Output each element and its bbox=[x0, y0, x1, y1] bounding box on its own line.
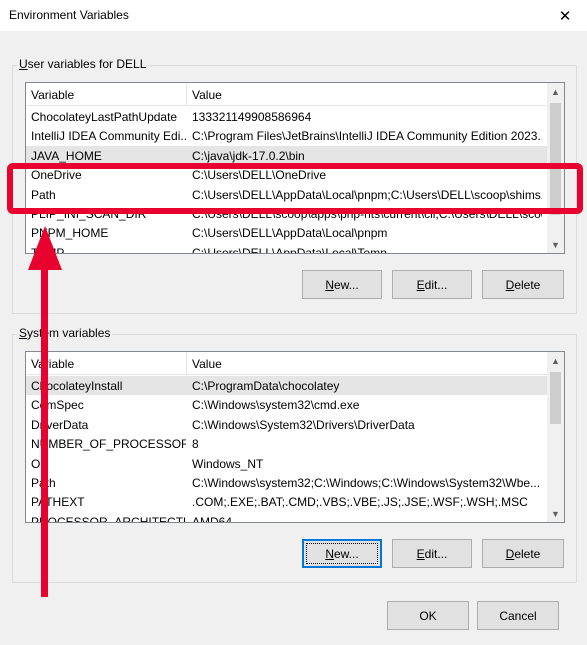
list-row[interactable]: JAVA_HOME C:\java\jdk-17.0.2\bin bbox=[26, 145, 547, 166]
variable-name: Path bbox=[31, 187, 56, 202]
column-header-value[interactable]: Value bbox=[192, 357, 222, 371]
list-row[interactable]: Path C:\Windows\system32;C:\Windows;C:\Wi… bbox=[26, 473, 547, 492]
variable-value: C:\Windows\System32\Drivers\DriverData bbox=[192, 417, 415, 432]
variable-value: C:\Windows\system32\cmd.exe bbox=[192, 398, 360, 413]
system-list-rows: ChocolateyInstall C:\ProgramData\chocolat… bbox=[26, 376, 547, 522]
variable-value: 8 bbox=[192, 437, 199, 452]
scrollbar-thumb[interactable] bbox=[550, 372, 561, 424]
variable-name: OneDrive bbox=[31, 168, 82, 183]
user-list-scrollbar[interactable]: ▲ ▼ bbox=[547, 83, 564, 253]
user-variables-list[interactable]: Variable Value ChocolateyLastPathUpdate 1… bbox=[25, 82, 565, 254]
system-list-header: Variable Value bbox=[26, 352, 547, 375]
scrollbar-thumb[interactable] bbox=[550, 103, 561, 215]
system-delete-button[interactable]: Delete bbox=[482, 539, 564, 568]
list-row[interactable]: PROCESSOR_ARCHITECTURE AMD64 bbox=[26, 512, 547, 522]
scroll-down-icon[interactable]: ▼ bbox=[547, 505, 564, 522]
list-row[interactable]: TEMP C:\Users\DELL\AppData\Local\Temp bbox=[26, 243, 547, 253]
close-icon: ✕ bbox=[558, 7, 572, 25]
variable-name: OS bbox=[31, 456, 49, 471]
variable-value: AMD64 bbox=[192, 514, 233, 522]
system-new-button[interactable]: New... bbox=[302, 539, 382, 568]
ok-button[interactable]: OK bbox=[387, 601, 469, 630]
variable-name: PROCESSOR_ARCHITECTURE bbox=[31, 514, 186, 522]
variable-value: C:\Users\DELL\AppData\Local\pnpm bbox=[192, 226, 388, 241]
list-row[interactable]: PNPM_HOME C:\Users\DELL\AppData\Local\pnp… bbox=[26, 223, 547, 242]
variable-value: 133321149908586964 bbox=[192, 110, 312, 124]
close-button[interactable]: ✕ bbox=[543, 0, 587, 31]
variable-value: C:\java\jdk-17.0.2\bin bbox=[192, 148, 305, 163]
list-row[interactable]: PLIP_INI_SCAN_DIR C:\Users\DELL\scoop\app… bbox=[26, 204, 547, 223]
list-row[interactable]: Path C:\Users\DELL\AppData\Local\pnpm;C:\… bbox=[26, 185, 547, 204]
scroll-up-icon[interactable]: ▲ bbox=[547, 83, 564, 100]
user-new-button[interactable]: New... bbox=[302, 270, 382, 299]
list-row[interactable]: DriverData C:\Windows\System32\Drivers\Dr… bbox=[26, 415, 547, 434]
list-row[interactable]: NUMBER_OF_PROCESSORS 8 bbox=[26, 434, 547, 453]
title-bar: Environment Variables ✕ bbox=[0, 0, 587, 31]
column-header-variable[interactable]: Variable bbox=[31, 357, 74, 371]
variable-name: PATHEXT bbox=[31, 495, 85, 510]
user-delete-button[interactable]: Delete bbox=[482, 270, 564, 299]
user-list-header: Variable Value bbox=[26, 83, 547, 106]
window-title: Environment Variables bbox=[9, 8, 129, 22]
list-row[interactable]: ChocolateyInstall C:\ProgramData\chocolat… bbox=[26, 376, 547, 396]
variable-name: ChocolateyLastPathUpdate bbox=[31, 110, 178, 124]
list-row[interactable]: OneDrive C:\Users\DELL\OneDrive bbox=[26, 165, 547, 184]
user-edit-button[interactable]: Edit... bbox=[392, 270, 472, 299]
system-variables-list[interactable]: Variable Value ChocolateyInstall C:\Progr… bbox=[25, 351, 565, 523]
system-list-scrollbar[interactable]: ▲ ▼ bbox=[547, 352, 564, 522]
variable-name: ChocolateyInstall bbox=[31, 379, 123, 393]
annotation-arrow-shaft bbox=[41, 262, 48, 597]
list-row[interactable]: PATHEXT .COM;.EXE;.BAT;.CMD;.VBS;.VBE;.JS… bbox=[26, 492, 547, 511]
variable-name: PLIP_INI_SCAN_DIR bbox=[31, 206, 147, 221]
variable-name: NUMBER_OF_PROCESSORS bbox=[31, 437, 186, 452]
list-row[interactable]: IntelliJ IDEA Community Edi... C:\Program… bbox=[26, 126, 547, 145]
variable-value: C:\Users\DELL\AppData\Local\Temp bbox=[192, 245, 387, 253]
system-variables-label: System variables bbox=[17, 326, 113, 340]
variable-value: C:\Users\DELL\scoop\apps\php-nts\current… bbox=[192, 206, 542, 221]
variable-value: C:\ProgramData\chocolatey bbox=[192, 379, 340, 393]
scroll-down-icon[interactable]: ▼ bbox=[547, 236, 564, 253]
column-header-variable[interactable]: Variable bbox=[31, 88, 74, 102]
variable-name: DriverData bbox=[31, 417, 89, 432]
user-variables-label: User variables for DELL bbox=[17, 57, 149, 71]
system-edit-button[interactable]: Edit... bbox=[392, 539, 472, 568]
variable-name: JAVA_HOME bbox=[31, 148, 102, 163]
list-row[interactable]: OS Windows_NT bbox=[26, 454, 547, 473]
variable-value: Windows_NT bbox=[192, 456, 264, 471]
variable-value: C:\Users\DELL\AppData\Local\pnpm;C:\User… bbox=[192, 187, 542, 202]
variable-value: C:\Users\DELL\OneDrive bbox=[192, 168, 327, 183]
list-row[interactable]: ComSpec C:\Windows\system32\cmd.exe bbox=[26, 395, 547, 414]
scroll-up-icon[interactable]: ▲ bbox=[547, 352, 564, 369]
user-list-rows: ChocolateyLastPathUpdate 1333211499085869… bbox=[26, 107, 547, 253]
variable-name: IntelliJ IDEA Community Edi... bbox=[31, 129, 186, 144]
column-header-value[interactable]: Value bbox=[192, 88, 222, 102]
variable-value: C:\Windows\system32;C:\Windows;C:\Window… bbox=[192, 475, 541, 490]
variable-name: Path bbox=[31, 476, 186, 490]
cancel-button[interactable]: Cancel bbox=[477, 601, 559, 630]
list-row[interactable]: ChocolateyLastPathUpdate 1333211499085869… bbox=[26, 107, 547, 126]
variable-name: ComSpec bbox=[31, 398, 84, 413]
variable-value: .COM;.EXE;.BAT;.CMD;.VBS;.VBE;.JS;.JSE;.… bbox=[192, 495, 528, 510]
variable-value: C:\Program Files\JetBrains\IntelliJ IDEA… bbox=[192, 129, 542, 144]
